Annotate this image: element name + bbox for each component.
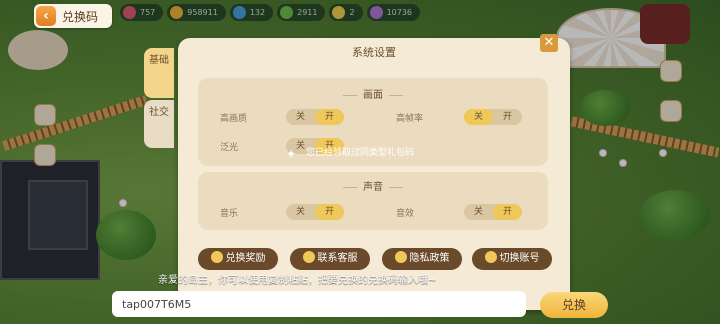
redeem-button[interactable]: 兑换 — [540, 292, 608, 318]
swap-icon — [484, 251, 497, 263]
redeem-prompt: 亲爱的岛主，你可以使用复制粘贴，把要兑换的兑换码输入哦~ — [158, 275, 437, 286]
redeem-reward-button[interactable]: 兑换奖励 — [198, 248, 278, 270]
back-arrow-icon[interactable]: ‹ — [36, 6, 56, 26]
high-quality-toggle[interactable]: 关开 — [286, 109, 344, 125]
high-fps-toggle[interactable]: 关开 — [464, 109, 522, 125]
privacy-policy-button[interactable]: 隐私政策 — [382, 248, 462, 270]
sfx-toggle[interactable]: 关开 — [464, 204, 522, 220]
close-icon[interactable]: ✕ — [540, 34, 558, 52]
bloom-label: 泛光 — [220, 143, 239, 153]
tab-basic[interactable]: 基础 — [144, 48, 174, 98]
redeem-code-input[interactable] — [112, 291, 526, 317]
sparkle-icon: ✦ — [286, 147, 297, 161]
toast-message: ✦ 您已经领取过同类型礼包码 — [286, 147, 415, 161]
redeem-code-title: 兑换码 — [62, 9, 99, 24]
high-fps-label: 高帧率 — [396, 114, 424, 124]
sound-panel: 声音 音乐 关开 音效 关开 — [198, 172, 548, 230]
headset-icon — [302, 251, 315, 263]
switch-account-button[interactable]: 切换账号 — [472, 248, 552, 270]
music-toggle[interactable]: 关开 — [286, 204, 344, 220]
gift-icon — [210, 251, 223, 263]
sfx-label: 音效 — [396, 209, 415, 219]
graphics-section-title: 画面 — [198, 86, 548, 101]
dialog-title: 系统设置 — [352, 46, 396, 59]
settings-dialog: 系统设置 ✕ 画面 高画质 关开 高帧率 关开 泛光 关开 声音 音乐 关开 音… — [178, 34, 570, 310]
contact-support-button[interactable]: 联系客服 — [290, 248, 370, 270]
redeem-code-header: ‹ 兑换码 — [34, 4, 112, 28]
tab-social[interactable]: 社交 — [144, 100, 174, 148]
music-label: 音乐 — [220, 209, 239, 219]
high-quality-label: 高画质 — [220, 114, 248, 124]
shield-icon — [394, 251, 407, 263]
sound-section-title: 声音 — [198, 178, 548, 193]
